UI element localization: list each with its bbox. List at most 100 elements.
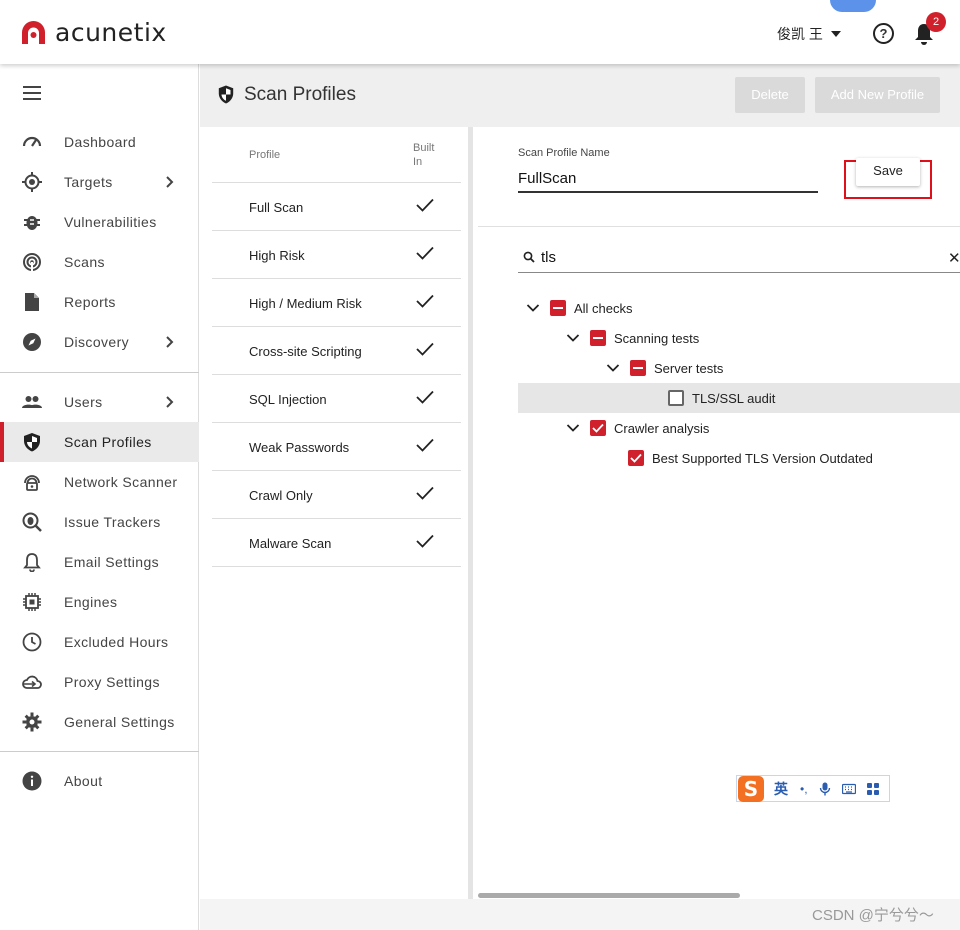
tree-node-server-tests: Server tests xyxy=(606,353,723,383)
compass-icon xyxy=(23,333,41,351)
checkmark-icon xyxy=(416,198,434,212)
sidebar-item-scans[interactable]: Scans xyxy=(0,242,199,282)
checkbox-checked[interactable] xyxy=(590,420,606,436)
sidebar-item-label: General Settings xyxy=(64,714,175,730)
help-icon[interactable]: ? xyxy=(873,23,894,44)
sidebar-item-vulnerabilities[interactable]: Vulnerabilities xyxy=(0,202,199,242)
sidebar-item-scan-profiles[interactable]: Scan Profiles xyxy=(0,422,199,462)
profile-name-section: Scan Profile Name Save xyxy=(478,127,960,227)
issue-tracker-icon xyxy=(22,512,42,532)
grid-menu-icon[interactable] xyxy=(866,782,880,796)
user-name: 俊凯 王 xyxy=(777,26,823,42)
chevron-down-icon[interactable] xyxy=(566,333,580,343)
profile-row[interactable]: High / Medium Risk xyxy=(212,279,461,327)
chevron-right-icon xyxy=(166,396,174,408)
sogou-logo-icon[interactable]: S xyxy=(738,775,764,802)
checkmark-icon xyxy=(416,294,434,308)
checkmark-icon xyxy=(592,423,604,433)
profile-name: SQL Injection xyxy=(249,392,327,407)
column-header-built-in: Built In xyxy=(413,142,435,168)
search-icon xyxy=(523,251,535,263)
horizontal-scrollbar[interactable] xyxy=(478,893,740,898)
chevron-down-icon[interactable] xyxy=(566,423,580,433)
sidebar-item-engines[interactable]: Engines xyxy=(0,582,199,622)
watermark: CSDN @宁兮兮～ xyxy=(812,907,934,924)
checkmark-icon xyxy=(416,438,434,452)
profile-row[interactable]: Cross-site Scripting xyxy=(212,327,461,375)
checkbox-indeterminate[interactable] xyxy=(630,360,646,376)
ime-punctuation-mode[interactable]: •, xyxy=(800,782,808,796)
sidebar-item-label: Dashboard xyxy=(64,134,137,150)
radar-icon xyxy=(23,253,41,271)
ime-language-mode[interactable]: 英 xyxy=(774,779,788,799)
chevron-down-icon[interactable] xyxy=(606,363,620,373)
column-header-profile: Profile xyxy=(249,149,281,161)
tree-node-label: Best Supported TLS Version Outdated xyxy=(652,450,873,466)
shield-icon xyxy=(24,433,40,452)
sidebar-item-label: Scans xyxy=(64,254,105,270)
sidebar-item-about[interactable]: About xyxy=(0,761,199,801)
profile-row[interactable]: High Risk xyxy=(212,231,461,279)
checkbox-checked[interactable] xyxy=(628,450,644,466)
users-icon xyxy=(22,396,42,408)
microphone-icon[interactable] xyxy=(818,782,832,796)
acunetix-logo[interactable]: acunetix xyxy=(20,18,167,47)
chevron-right-icon xyxy=(166,176,174,188)
clock-icon xyxy=(22,632,42,652)
profile-row[interactable]: Weak Passwords xyxy=(212,423,461,471)
bug-icon xyxy=(24,216,40,230)
search-input[interactable] xyxy=(541,245,921,269)
hamburger-menu-icon[interactable] xyxy=(23,86,41,100)
sidebar-item-discovery[interactable]: Discovery xyxy=(0,322,199,362)
sidebar-item-label: Users xyxy=(64,394,103,410)
checkmark-icon xyxy=(416,246,434,260)
save-button[interactable]: Save xyxy=(856,158,920,186)
profile-name: High / Medium Risk xyxy=(249,296,362,311)
checkmark-icon xyxy=(416,390,434,404)
sidebar-item-excluded-hours[interactable]: Excluded Hours xyxy=(0,622,199,662)
sidebar-item-issue-trackers[interactable]: Issue Trackers xyxy=(0,502,199,542)
gauge-icon xyxy=(22,136,42,147)
sidebar-item-label: Engines xyxy=(64,594,118,610)
tree-node-label: Server tests xyxy=(654,360,724,376)
sidebar-item-label: Discovery xyxy=(64,334,130,350)
clear-search-icon[interactable]: ✕ xyxy=(948,249,960,267)
sidebar-item-general-settings[interactable]: General Settings xyxy=(0,702,199,742)
profile-list-panel: Profile Built In Full Scan High Risk Hig… xyxy=(200,127,473,899)
tree-node-label: All checks xyxy=(574,300,633,316)
user-menu[interactable]: 俊凯 王 xyxy=(777,24,841,44)
ime-toolbar: S 英 •, xyxy=(736,775,890,802)
document-icon xyxy=(25,293,39,311)
sidebar-item-label: About xyxy=(64,773,103,789)
network-scanner-icon xyxy=(24,475,40,491)
sidebar-item-dashboard[interactable]: Dashboard xyxy=(0,122,199,162)
sidebar-item-targets[interactable]: Targets xyxy=(0,162,199,202)
page-title: Scan Profiles xyxy=(244,84,356,105)
keyboard-icon[interactable] xyxy=(841,782,856,796)
overlay-blip xyxy=(830,0,876,12)
tree-node-label: Scanning tests xyxy=(614,330,700,346)
sidebar-item-label: Proxy Settings xyxy=(64,674,160,690)
checkmark-icon xyxy=(630,453,642,463)
checkbox-unchecked[interactable] xyxy=(668,390,684,406)
profile-name: Weak Passwords xyxy=(249,440,350,455)
profile-name: Crawl Only xyxy=(249,488,313,503)
chevron-down-icon[interactable] xyxy=(526,303,540,313)
profile-row[interactable]: SQL Injection xyxy=(212,375,461,423)
profile-name: Full Scan xyxy=(249,200,304,215)
page-header: Scan Profiles Delete Add New Profile xyxy=(200,64,960,127)
checkbox-indeterminate[interactable] xyxy=(550,300,566,316)
sidebar-item-label: Vulnerabilities xyxy=(64,214,157,230)
sidebar-item-reports[interactable]: Reports xyxy=(0,282,199,322)
delete-button[interactable]: Delete xyxy=(735,77,805,113)
sidebar-item-proxy-settings[interactable]: Proxy Settings xyxy=(0,662,199,702)
sidebar-item-email-settings[interactable]: Email Settings xyxy=(0,542,199,582)
scan-profile-name-input[interactable] xyxy=(518,165,818,193)
profile-row[interactable]: Full Scan xyxy=(212,183,461,231)
checkbox-indeterminate[interactable] xyxy=(590,330,606,346)
sidebar-item-users[interactable]: Users xyxy=(0,382,199,422)
add-new-profile-button[interactable]: Add New Profile xyxy=(815,77,940,113)
sidebar-item-network-scanner[interactable]: Network Scanner xyxy=(0,462,199,502)
profile-row[interactable]: Malware Scan xyxy=(212,519,461,567)
profile-row[interactable]: Crawl Only xyxy=(212,471,461,519)
